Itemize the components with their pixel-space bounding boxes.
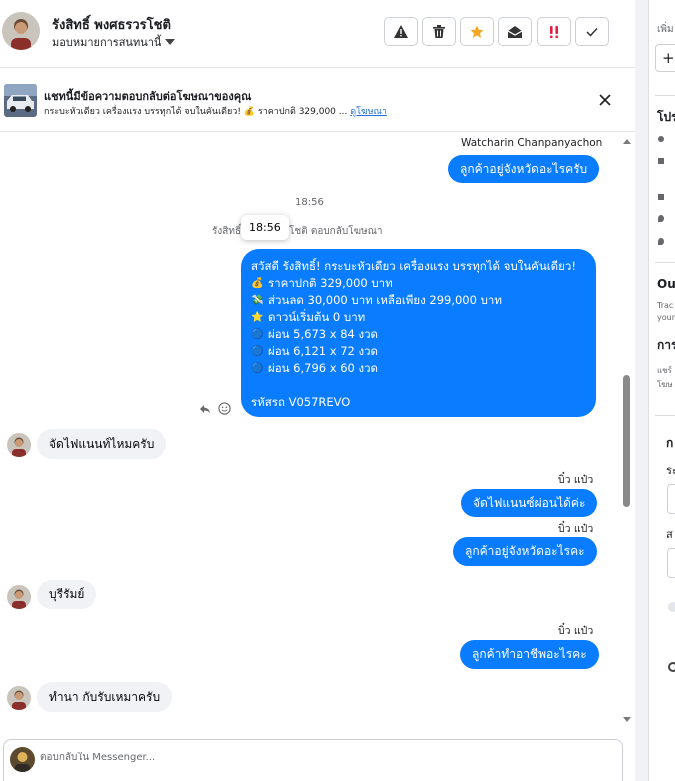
reaction-smiley-icon[interactable] — [218, 400, 231, 419]
action-subtext-2: โฆษ — [657, 380, 673, 389]
outcome-subtext-2: your — [657, 313, 675, 322]
toggle-icon[interactable] — [668, 602, 675, 612]
message-bubble-incoming[interactable]: จัดไฟแนนท์ไหมครับ — [37, 429, 167, 459]
chat-scrollbar[interactable] — [621, 137, 633, 729]
divider — [655, 262, 675, 263]
trash-icon — [433, 25, 445, 38]
assign-label: มอบหมายการสนทนานี้ — [52, 36, 162, 49]
ad-reply-text: ผ่อน 5,673 x 84 งวด — [268, 327, 379, 341]
mark-unread-button[interactable] — [498, 17, 532, 46]
ad-reply-line-5: 🔵 ผ่อน 6,121 x 72 งวด — [251, 343, 586, 360]
ad-reply-text: ส่วนลด 30,000 บาท เหลือเพียง 299,000 บาท — [268, 293, 502, 307]
action-subtext-1: แชร์ — [657, 366, 672, 375]
page-avatar — [10, 747, 35, 772]
checkmark-icon — [586, 27, 598, 37]
sender-name: บิ๋ว แป๋ว — [558, 625, 594, 637]
assign-conversation-dropdown[interactable]: มอบหมายการสนทนานี้ — [52, 33, 176, 51]
lower-section-heading: ก — [666, 436, 674, 450]
plus-icon: + — [662, 49, 675, 67]
reply-composer — [3, 739, 623, 781]
ad-auto-reply-bubble[interactable]: สวัสดี รังสิทธิ์! กระบะหัวเดียว เครื่องแ… — [241, 249, 596, 417]
ad-reply-text: ดาวน์เริ่มต้น 0 บาท — [268, 310, 366, 324]
ad-reply-text: รหัสรถ V057REVO — [251, 395, 351, 409]
ad-reply-line-4: 🔵 ผ่อน 5,673 x 84 งวด — [251, 326, 586, 343]
view-ad-link[interactable]: ดูโฆษณา — [350, 107, 387, 117]
ad-reply-line-3: ⭐ ดาวน์เริ่มต้น 0 บาท — [251, 309, 586, 326]
time-tooltip: 18:56 — [241, 215, 289, 240]
contact-avatar[interactable] — [2, 12, 40, 50]
message-bubble-outgoing[interactable]: ลูกค้าทำอาชีพอะไรคะ — [460, 640, 599, 669]
ad-reply-line-6: 🔵 ผ่อน 6,796 x 60 งวด — [251, 360, 586, 377]
location-pin-icon — [658, 215, 664, 222]
ad-reply-text: ผ่อน 6,121 x 72 งวด — [268, 344, 379, 358]
ad-reply-text: ผ่อน 6,796 x 60 งวด — [268, 361, 379, 375]
ad-banner-title: แชทนี้มีข้อความตอบกลับต่อโฆษณาของคุณ — [44, 90, 252, 103]
field-input-1[interactable] — [667, 484, 675, 514]
reply-icon[interactable] — [199, 400, 211, 419]
action-section-heading: การ — [657, 338, 675, 352]
profile-section-heading: โปร — [657, 110, 675, 124]
exclamation-icon — [550, 25, 558, 38]
money-wings-icon: 💸 — [251, 295, 264, 306]
warning-triangle-icon — [394, 25, 408, 38]
contact-name[interactable]: รังสิทธิ์ พงศธรวรโชติ — [52, 14, 171, 35]
contact-avatar-small — [7, 686, 31, 710]
add-label: เพิ่ม — [657, 24, 674, 35]
divider — [655, 415, 675, 416]
outcome-section-heading: Out — [657, 277, 675, 291]
message-bubble-outgoing[interactable]: จัดไฟแนนซ์ผ่อนได้ค่ะ — [461, 489, 598, 517]
graduation-icon — [658, 194, 664, 200]
contact-avatar-small — [7, 433, 31, 457]
panel-gutter — [635, 0, 648, 781]
divider — [655, 95, 675, 96]
mark-done-button[interactable] — [575, 17, 609, 46]
message-bubble-incoming[interactable]: ทำนา กับรับเหมาครับ — [37, 682, 173, 712]
delete-button[interactable] — [422, 17, 456, 46]
field-label-2: ส — [666, 528, 673, 541]
message-bubble-outgoing[interactable]: ลูกค้าอยู่จังหวัดอะไรคะ — [453, 537, 597, 566]
briefcase-icon — [658, 158, 664, 164]
message-bubble-incoming[interactable]: บุรีรัมย์ — [37, 580, 97, 609]
outcome-subtext-1: Trac — [657, 301, 674, 310]
blue-circle-icon: 🔵 — [251, 329, 264, 340]
sender-name: บิ๋ว แป๋ว — [558, 474, 594, 486]
ad-reply-text: ราคาปกติ 329,000 บาท — [268, 276, 393, 290]
ad-reply-line-8: รหัสรถ V057REVO — [251, 394, 586, 411]
flag-follow-up-button[interactable] — [537, 17, 571, 46]
ad-reply-line-2: 💸 ส่วนลด 30,000 บาท เหลือเพียง 299,000 บา… — [251, 292, 586, 309]
field-label-1: ระ — [666, 464, 675, 477]
ad-banner-description: กระบะหัวเดียว เครื่องแรง บรรทุกได้ จบในค… — [44, 104, 387, 118]
star-icon — [470, 25, 484, 38]
add-button[interactable]: + — [655, 44, 675, 72]
ad-description-text: กระบะหัวเดียว เครื่องแรง บรรทุกได้ จบในค… — [44, 107, 348, 117]
option-icon[interactable] — [668, 662, 675, 672]
ad-reply-meta-prefix: รังสิทธิ์ — [212, 226, 242, 237]
chevron-down-icon — [165, 39, 176, 45]
report-spam-button[interactable] — [384, 17, 418, 46]
ad-reply-line-0: สวัสดี รังสิทธิ์! กระบะหัวเดียว เครื่องแ… — [251, 258, 586, 275]
ad-reply-line-1: 💰 ราคาปกติ 329,000 บาท — [251, 275, 586, 292]
ad-reply-text: สวัสดี รังสิทธิ์! กระบะหัวเดียว เครื่องแ… — [251, 259, 576, 273]
money-bag-icon: 💰 — [251, 278, 264, 289]
contact-avatar-small — [7, 585, 31, 609]
conversation-header: รังสิทธิ์ พงศธรวรโชติ มอบหมายการสนทนานี้ — [0, 0, 635, 68]
ad-thumbnail[interactable] — [4, 84, 37, 117]
close-icon[interactable] — [597, 92, 613, 108]
message-bubble-outgoing[interactable]: ลูกค้าอยู่จังหวัดอะไรครับ — [448, 155, 600, 183]
envelope-open-icon — [508, 25, 522, 38]
blue-circle-icon: 🔵 — [251, 346, 264, 357]
contact-details-panel: เพิ่ม + โปร Out Trac your การ แชร์ โฆษ ก… — [648, 0, 675, 781]
location-pin-icon — [658, 238, 664, 245]
star-emoji-icon: ⭐ — [251, 312, 264, 323]
blue-circle-icon: 🔵 — [251, 363, 264, 374]
sender-name: บิ๋ว แป๋ว — [558, 523, 594, 535]
field-input-2[interactable] — [667, 548, 675, 578]
sender-name: Watcharin Chanpanyachon — [461, 137, 603, 149]
ad-reply-meta-suffix: โชติ ตอบกลับโฆษณา — [289, 226, 383, 237]
clock-icon — [658, 136, 664, 142]
ad-reply-line-7 — [251, 377, 586, 394]
star-button[interactable] — [460, 17, 494, 46]
message-timestamp: 18:56 — [295, 197, 324, 208]
message-input[interactable] — [40, 752, 600, 763]
